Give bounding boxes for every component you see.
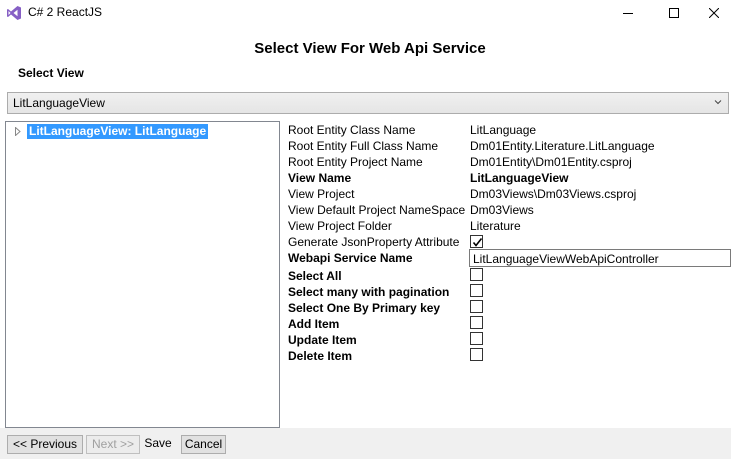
option-label-select-many: Select many with pagination bbox=[288, 285, 450, 299]
prop-label-root-entity-class: Root Entity Class Name bbox=[288, 123, 416, 137]
prop-value-view-name: LitLanguageView bbox=[470, 171, 569, 185]
cancel-button[interactable]: Cancel bbox=[181, 435, 226, 454]
minimize-button[interactable] bbox=[605, 0, 651, 26]
webapi-service-label: Webapi Service Name bbox=[288, 251, 413, 265]
add-item-checkbox[interactable] bbox=[470, 316, 483, 329]
option-label-update-item: Update Item bbox=[288, 333, 357, 347]
maximize-button[interactable] bbox=[651, 0, 697, 26]
prop-value-view-namespace: Dm03Views bbox=[470, 203, 534, 217]
option-label-delete-item: Delete Item bbox=[288, 349, 353, 363]
prop-label-view-name: View Name bbox=[288, 171, 352, 185]
page-title: Select View For Web Api Service bbox=[254, 40, 486, 57]
option-label-select-one: Select One By Primary key bbox=[288, 301, 441, 315]
select-view-value: LitLanguageView bbox=[13, 96, 105, 110]
option-label-select-all: Select All bbox=[288, 269, 342, 283]
checkmark-icon bbox=[472, 238, 483, 247]
select-all-checkbox[interactable] bbox=[470, 268, 483, 281]
generate-json-label: Generate JsonProperty Attribute bbox=[288, 235, 460, 249]
window-title: C# 2 ReactJS bbox=[28, 5, 103, 19]
select-view-dropdown[interactable]: LitLanguageView bbox=[7, 92, 729, 114]
webapi-service-value: LitLanguageViewWebApiController bbox=[473, 252, 659, 266]
view-tree[interactable]: LitLanguageView: LitLanguage bbox=[5, 121, 280, 428]
prop-label-root-entity-full-class: Root Entity Full Class Name bbox=[288, 139, 439, 153]
prop-label-view-namespace: View Default Project NameSpace bbox=[288, 203, 466, 217]
prop-value-root-entity-full-class: Dm01Entity.Literature.LitLanguage bbox=[470, 139, 655, 153]
previous-button[interactable]: << Previous bbox=[7, 435, 83, 454]
prop-value-view-folder: Literature bbox=[470, 219, 521, 233]
delete-item-checkbox[interactable] bbox=[470, 348, 483, 361]
select-one-checkbox[interactable] bbox=[470, 300, 483, 313]
expand-arrow-icon[interactable] bbox=[15, 127, 21, 136]
prop-label-view-folder: View Project Folder bbox=[288, 219, 392, 233]
select-many-checkbox[interactable] bbox=[470, 284, 483, 297]
tree-node-selected[interactable]: LitLanguageView: LitLanguage bbox=[27, 124, 209, 139]
option-label-add-item: Add Item bbox=[288, 317, 340, 331]
prop-value-root-entity-project: Dm01Entity\Dm01Entity.csproj bbox=[470, 155, 632, 169]
select-view-label: Select View bbox=[18, 66, 84, 80]
prop-value-view-project: Dm03Views\Dm03Views.csproj bbox=[470, 187, 637, 201]
update-item-checkbox[interactable] bbox=[470, 332, 483, 345]
generate-json-checkbox[interactable] bbox=[470, 235, 483, 248]
chevron-down-icon bbox=[714, 100, 722, 105]
title-bar: C# 2 ReactJS bbox=[0, 0, 731, 26]
prop-label-view-project: View Project bbox=[288, 187, 355, 201]
next-button[interactable]: Next >> bbox=[86, 435, 140, 454]
close-icon bbox=[709, 8, 719, 18]
visual-studio-logo bbox=[7, 6, 21, 20]
webapi-service-input[interactable]: LitLanguageViewWebApiController bbox=[469, 249, 731, 267]
minimize-icon bbox=[623, 13, 633, 14]
prop-value-root-entity-class: LitLanguage bbox=[470, 123, 537, 137]
save-button[interactable]: Save bbox=[143, 435, 173, 454]
prop-label-root-entity-project: Root Entity Project Name bbox=[288, 155, 423, 169]
close-button[interactable] bbox=[697, 0, 731, 26]
maximize-icon bbox=[669, 8, 679, 18]
